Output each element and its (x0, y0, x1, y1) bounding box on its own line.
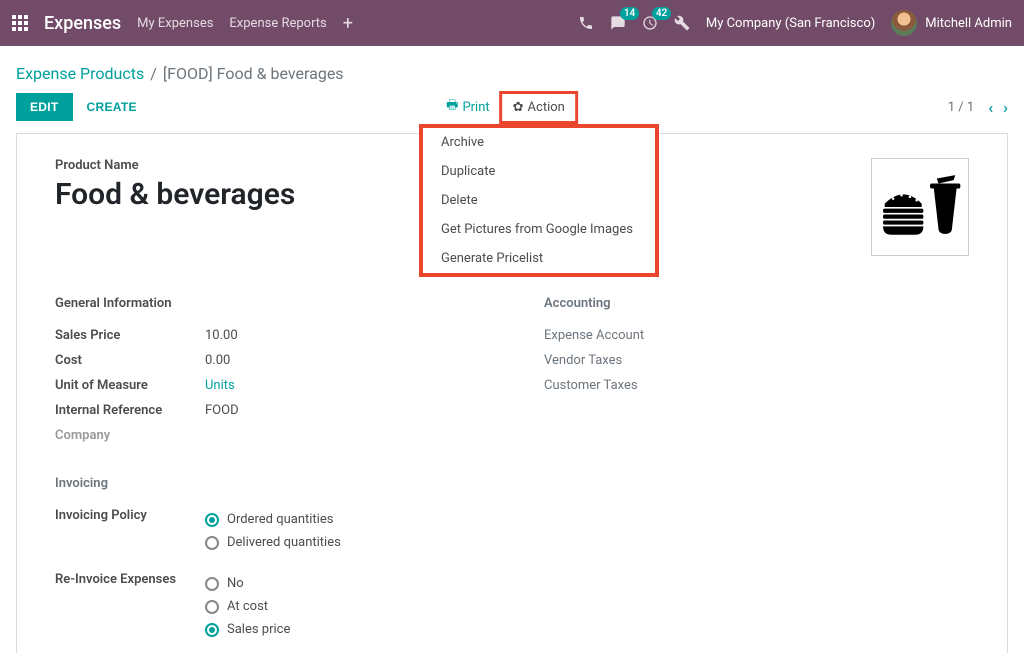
food-icon (878, 173, 962, 241)
breadcrumb: Expense Products / [FOOD] Food & beverag… (0, 46, 1024, 93)
user-name: Mitchell Admin (925, 16, 1012, 31)
avatar (891, 10, 917, 36)
expense-account-label: Expense Account (544, 323, 969, 348)
tools-icon[interactable] (674, 15, 690, 31)
radio-icon (205, 600, 219, 614)
radio-icon (205, 577, 219, 591)
nav-expense-reports[interactable]: Expense Reports (229, 16, 326, 31)
product-name-value: Food & beverages (55, 177, 295, 212)
breadcrumb-sep: / (150, 64, 157, 83)
accounting-title: Accounting (544, 296, 969, 311)
edit-button[interactable]: EDIT (16, 93, 73, 121)
invoicing-policy-label: Invoicing Policy (55, 508, 205, 523)
pager-next-icon[interactable]: › (1003, 98, 1008, 117)
sales-price-value: 10.00 (205, 328, 238, 343)
topbar: Expenses My Expenses Expense Reports + 1… (0, 0, 1024, 46)
new-menu-icon[interactable]: + (343, 13, 353, 34)
customer-taxes-label: Customer Taxes (544, 373, 969, 398)
accounting-section: Accounting Expense Account Vendor Taxes … (544, 296, 969, 646)
messages-icon[interactable]: 14 (610, 15, 626, 31)
user-menu[interactable]: Mitchell Admin (891, 10, 1012, 36)
invoicing-policy-ordered[interactable]: Ordered quantities (205, 508, 341, 531)
activities-badge: 42 (652, 7, 671, 20)
invoicing-policy-delivered[interactable]: Delivered quantities (205, 531, 341, 554)
product-image[interactable] (871, 158, 969, 256)
uom-value[interactable]: Units (205, 378, 235, 393)
action-archive[interactable]: Archive (423, 128, 655, 157)
apps-icon[interactable] (12, 15, 28, 31)
radio-icon (205, 623, 219, 637)
app-brand[interactable]: Expenses (44, 13, 121, 34)
product-name-label: Product Name (55, 158, 295, 173)
internal-ref-value: FOOD (205, 403, 239, 418)
activities-icon[interactable]: 42 (642, 15, 658, 31)
reinvoice-sales-price[interactable]: Sales price (205, 618, 290, 641)
messages-badge: 14 (620, 7, 639, 20)
phone-icon[interactable] (578, 15, 594, 31)
company-label: Company (55, 428, 205, 443)
gear-icon: ✿ (513, 100, 524, 115)
reinvoice-label: Re-Invoice Expenses (55, 572, 205, 587)
breadcrumb-root[interactable]: Expense Products (16, 64, 144, 83)
cost-value: 0.00 (205, 353, 230, 368)
print-button[interactable]: 🖶 Print (446, 96, 489, 118)
invoicing-section-title: Invoicing (55, 476, 480, 491)
action-dropdown: Archive Duplicate Delete Get Pictures fr… (419, 124, 659, 277)
print-icon: 🖶 (446, 96, 458, 118)
vendor-taxes-label: Vendor Taxes (544, 348, 969, 373)
reinvoice-no[interactable]: No (205, 572, 290, 595)
general-info-section: General Information Sales Price 10.00 Co… (55, 296, 480, 646)
uom-label: Unit of Measure (55, 378, 205, 393)
nav-my-expenses[interactable]: My Expenses (137, 16, 213, 31)
sales-price-label: Sales Price (55, 328, 205, 343)
cost-label: Cost (55, 353, 205, 368)
action-button[interactable]: ✿ Action (507, 96, 571, 119)
general-info-title: General Information (55, 296, 480, 311)
company-selector[interactable]: My Company (San Francisco) (706, 16, 875, 31)
reinvoice-at-cost[interactable]: At cost (205, 595, 290, 618)
action-generate-pricelist[interactable]: Generate Pricelist (423, 244, 655, 273)
pager-prev-icon[interactable]: ‹ (988, 98, 993, 117)
breadcrumb-current: [FOOD] Food & beverages (163, 64, 344, 83)
action-get-pictures[interactable]: Get Pictures from Google Images (423, 215, 655, 244)
internal-ref-label: Internal Reference (55, 403, 205, 418)
action-delete[interactable]: Delete (423, 186, 655, 215)
action-highlight: ✿ Action (500, 91, 578, 124)
radio-icon (205, 536, 219, 550)
radio-icon (205, 513, 219, 527)
pager-text: 1 / 1 (948, 100, 974, 115)
action-duplicate[interactable]: Duplicate (423, 157, 655, 186)
create-button[interactable]: CREATE (73, 93, 151, 121)
